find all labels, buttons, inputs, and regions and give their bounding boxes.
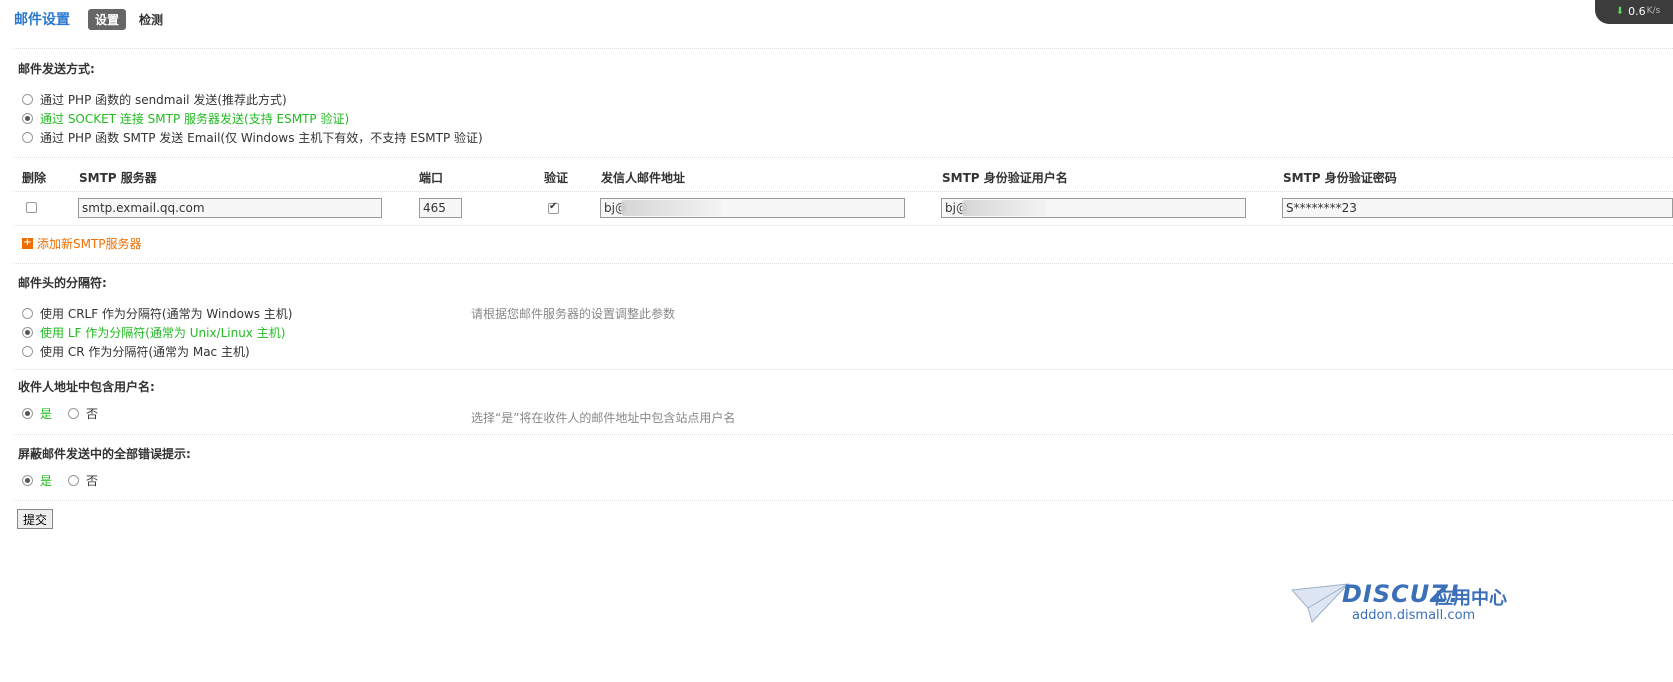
radio-button[interactable]: [22, 474, 33, 486]
download-arrow-icon: ⬇: [1615, 5, 1625, 17]
include-username-options: 是 否: [22, 404, 114, 422]
radio-button[interactable]: [22, 93, 33, 105]
delimiter-option-lf[interactable]: 使用 LF 作为分隔符(通常为 Unix/Linux 主机): [22, 323, 285, 341]
col-header-from: 发信人邮件地址: [601, 171, 686, 185]
divider: [14, 191, 1673, 192]
silent-errors-yes[interactable]: 是: [22, 472, 52, 489]
include-username-no[interactable]: 否: [68, 405, 98, 422]
speed-unit: K/s: [1646, 6, 1661, 16]
radio-button[interactable]: [22, 407, 33, 419]
col-header-delete: 删除: [22, 171, 47, 185]
include-username-hint: 选择“是”将在收件人的邮件地址中包含站点用户名: [471, 411, 736, 425]
delimiter-option-crlf[interactable]: 使用 CRLF 作为分隔符(通常为 Windows 主机): [22, 304, 293, 322]
divider: [14, 225, 1673, 226]
speed-value: 0.6: [1628, 4, 1646, 18]
col-header-server: SMTP 服务器: [79, 171, 157, 185]
divider: [14, 157, 1673, 158]
brand-sub: 应用中心: [1435, 588, 1507, 609]
submit-button[interactable]: 提交: [17, 509, 54, 529]
option-label: 使用 CRLF 作为分隔符(通常为 Windows 主机): [40, 306, 293, 321]
send-method-option-sendmail[interactable]: 通过 PHP 函数的 sendmail 发送(推荐此方式): [22, 90, 287, 108]
add-smtp-label: 添加新SMTP服务器: [37, 237, 142, 251]
add-smtp-server-link[interactable]: + 添加新SMTP服务器: [22, 235, 142, 252]
divider: [14, 500, 1673, 501]
radio-button[interactable]: [22, 345, 33, 357]
tab-check[interactable]: 检测: [132, 9, 170, 30]
silent-errors-label: 屏蔽邮件发送中的全部错误提示:: [18, 447, 191, 461]
page-title: 邮件设置: [14, 12, 70, 28]
col-header-auth: 验证: [544, 171, 569, 185]
discuz-watermark: DISCUZ! 应用中心 addon.dismall.com: [1290, 580, 1560, 630]
option-label: 否: [86, 406, 99, 421]
option-label: 通过 SOCKET 连接 SMTP 服务器发送(支持 ESMTP 验证): [40, 111, 350, 126]
col-header-port: 端口: [419, 171, 444, 185]
delimiter-option-cr[interactable]: 使用 CR 作为分隔符(通常为 Mac 主机): [22, 342, 250, 360]
smtp-server-input[interactable]: [78, 198, 382, 218]
option-label: 通过 PHP 函数的 sendmail 发送(推荐此方式): [40, 92, 287, 107]
delimiter-label: 邮件头的分隔符:: [18, 276, 107, 290]
divider: [14, 434, 1673, 435]
radio-button[interactable]: [22, 326, 33, 338]
brand-url: addon.dismall.com: [1352, 608, 1476, 623]
smtp-port-input[interactable]: [419, 198, 462, 218]
silent-errors-no[interactable]: 否: [68, 472, 98, 489]
option-label: 是: [40, 406, 53, 421]
plus-icon: +: [22, 237, 33, 249]
redacted-blur: [962, 200, 1047, 216]
page-header: 邮件设置 设置 检测: [14, 8, 176, 30]
paper-plane-icon: [1290, 583, 1350, 623]
smtp-password-input[interactable]: [1282, 198, 1673, 218]
redacted-blur: [621, 200, 721, 216]
option-label: 是: [40, 473, 53, 488]
divider: [14, 263, 1673, 264]
radio-button[interactable]: [22, 307, 33, 319]
option-label: 否: [86, 473, 99, 488]
send-method-option-socket[interactable]: 通过 SOCKET 连接 SMTP 服务器发送(支持 ESMTP 验证): [22, 109, 349, 127]
send-method-label: 邮件发送方式:: [18, 62, 95, 76]
include-username-yes[interactable]: 是: [22, 405, 52, 422]
include-username-label: 收件人地址中包含用户名:: [18, 380, 155, 394]
silent-errors-options: 是 否: [22, 471, 114, 489]
delete-checkbox[interactable]: [26, 202, 37, 213]
network-speed-widget[interactable]: ⬇ 0.6 K/s: [1595, 0, 1673, 24]
send-method-option-php-smtp[interactable]: 通过 PHP 函数 SMTP 发送 Email(仅 Windows 主机下有效，…: [22, 128, 483, 146]
radio-button[interactable]: [68, 407, 80, 419]
auth-checkbox[interactable]: [548, 201, 559, 214]
option-label: 通过 PHP 函数 SMTP 发送 Email(仅 Windows 主机下有效，…: [40, 130, 483, 145]
delimiter-hint: 请根据您邮件服务器的设置调整此参数: [471, 307, 676, 321]
radio-button[interactable]: [68, 474, 80, 486]
radio-button[interactable]: [22, 112, 33, 124]
divider: [14, 48, 1673, 49]
radio-button[interactable]: [22, 131, 33, 143]
option-label: 使用 LF 作为分隔符(通常为 Unix/Linux 主机): [40, 325, 286, 340]
option-label: 使用 CR 作为分隔符(通常为 Mac 主机): [40, 344, 250, 359]
col-header-username: SMTP 身份验证用户名: [942, 171, 1068, 185]
divider: [14, 369, 1673, 370]
tab-settings[interactable]: 设置: [88, 8, 127, 30]
col-header-password: SMTP 身份验证密码: [1283, 171, 1397, 185]
